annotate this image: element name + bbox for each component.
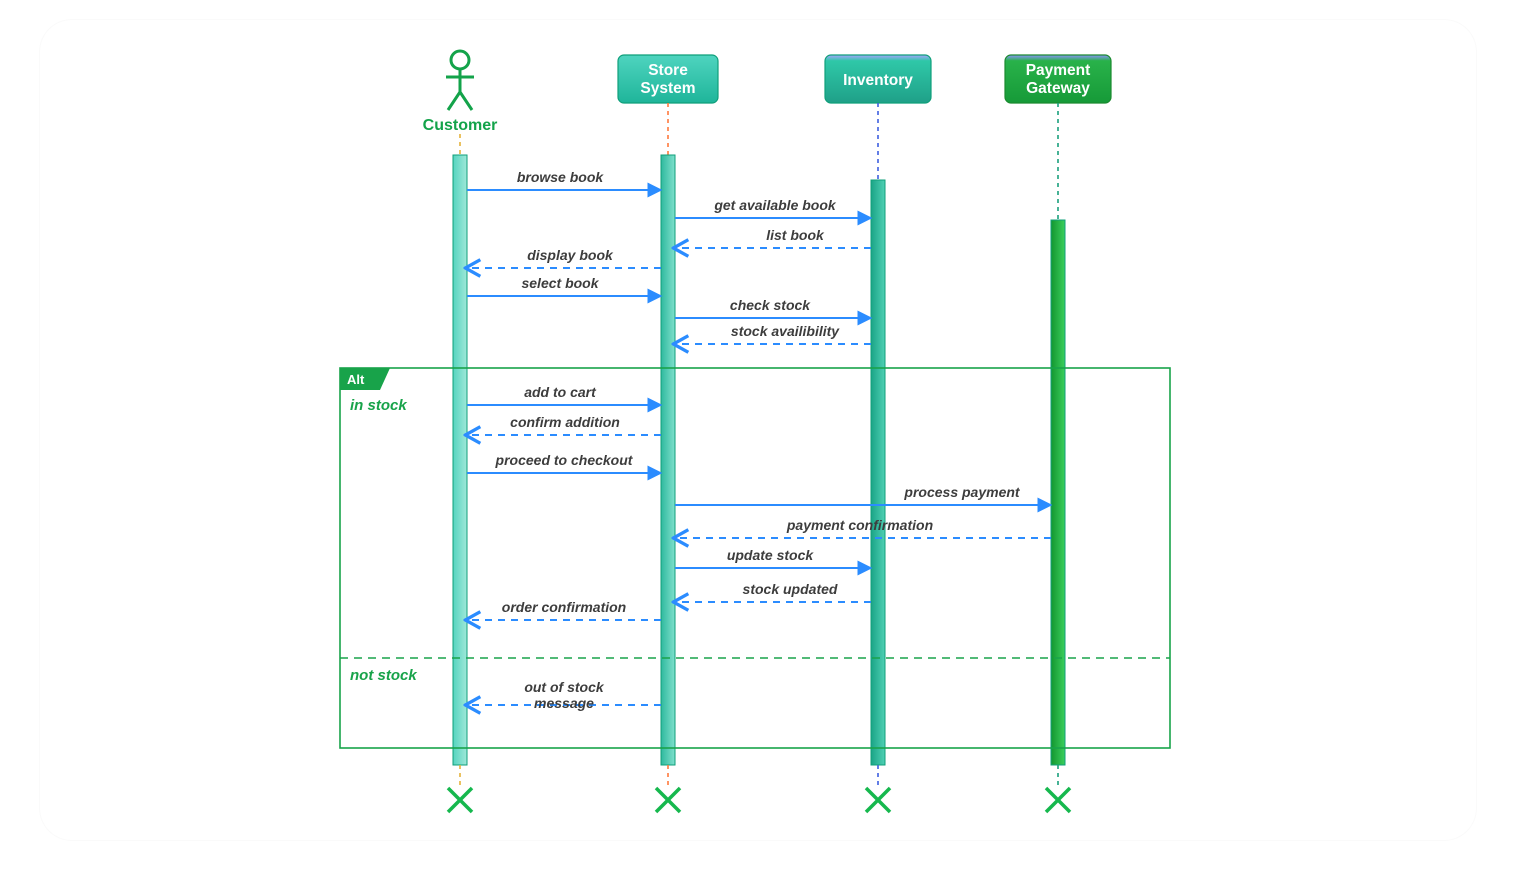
activation-payment	[1051, 220, 1065, 765]
svg-text:payment confirmation: payment confirmation	[786, 517, 933, 533]
svg-text:display book: display book	[527, 247, 614, 263]
svg-text:update stock: update stock	[727, 547, 815, 563]
participant-payment-label-1: Payment	[1026, 62, 1091, 79]
destroy-store	[656, 788, 680, 812]
activation-customer	[453, 155, 467, 765]
participant-inventory-label: Inventory	[843, 72, 913, 89]
participant-payment: Payment Gateway	[1005, 55, 1111, 220]
activation-inventory	[871, 180, 885, 765]
alt-guard-instock: in stock	[350, 397, 407, 414]
svg-text:select book: select book	[521, 275, 599, 291]
message-process-payment: process payment	[675, 484, 1051, 505]
message-confirm-addition: confirm addition	[467, 414, 661, 435]
svg-text:proceed to checkout: proceed to checkout	[495, 452, 634, 468]
participant-store-label-2: System	[640, 80, 695, 97]
message-select-book: select book	[467, 275, 661, 296]
alt-guard-notstock: not stock	[350, 667, 417, 684]
destroy-inventory	[866, 788, 890, 812]
svg-text:browse book: browse book	[517, 169, 605, 185]
message-out-of-stock: out of stock message	[467, 679, 661, 711]
participant-payment-label-2: Gateway	[1026, 80, 1090, 97]
message-get-available-book: get available book	[675, 197, 871, 218]
svg-text:stock availibility: stock availibility	[731, 323, 840, 339]
svg-text:check stock: check stock	[730, 297, 811, 313]
svg-text:process payment: process payment	[903, 484, 1020, 500]
destroy-customer	[448, 788, 472, 812]
svg-text:order confirmation: order confirmation	[502, 599, 626, 615]
message-add-to-cart: add to cart	[467, 384, 661, 405]
svg-text:add to cart: add to cart	[524, 384, 597, 400]
alt-tag-label: Alt	[347, 372, 365, 387]
participant-customer: Customer	[423, 51, 498, 155]
message-list-book: list book	[675, 227, 871, 248]
message-payment-confirmation: payment confirmation	[675, 517, 1051, 538]
activation-store	[661, 155, 675, 765]
participant-store-label-1: Store	[648, 62, 688, 79]
message-stock-availability: stock availibility	[675, 323, 871, 344]
message-order-confirmation: order confirmation	[467, 599, 661, 620]
destroy-payment	[1046, 788, 1070, 812]
participant-store: Store System	[618, 55, 718, 155]
message-update-stock: update stock	[675, 547, 871, 568]
svg-text:out of stock: out of stock	[524, 679, 605, 695]
svg-text:confirm addition: confirm addition	[510, 414, 620, 430]
message-browse-book: browse book	[467, 169, 661, 190]
svg-text:list book: list book	[766, 227, 825, 243]
message-stock-updated: stock updated	[675, 581, 871, 602]
message-display-book: display book	[467, 247, 661, 268]
message-check-stock: check stock	[675, 297, 871, 318]
sequence-diagram: Customer Store System Inventory Payment …	[40, 20, 1476, 840]
participant-customer-label: Customer	[423, 117, 498, 134]
message-proceed-checkout: proceed to checkout	[467, 452, 661, 473]
participant-inventory: Inventory	[825, 55, 931, 180]
svg-text:message: message	[534, 695, 594, 711]
svg-text:stock updated: stock updated	[743, 581, 838, 597]
sequence-diagram-frame: Customer Store System Inventory Payment …	[40, 20, 1476, 840]
svg-text:get available book: get available book	[713, 197, 837, 213]
